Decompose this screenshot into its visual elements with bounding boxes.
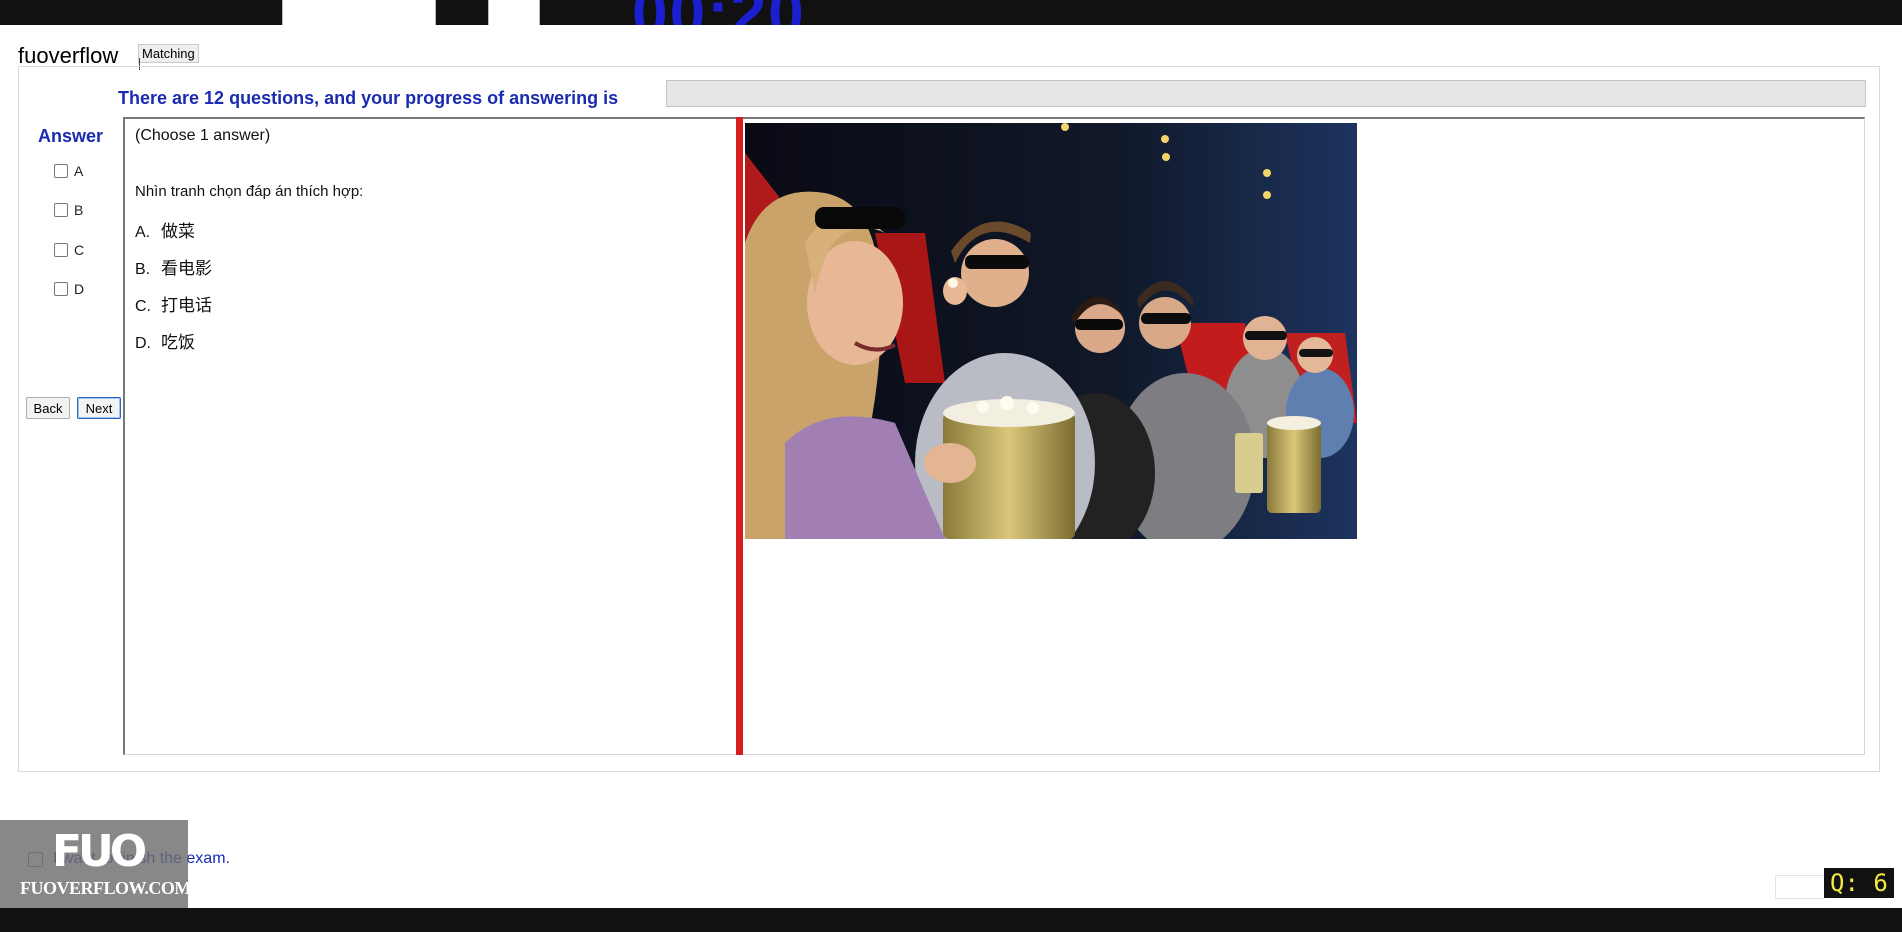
question-option-b: B. 看电影 [135,254,212,279]
checkbox[interactable] [54,164,68,178]
top-small-box[interactable] [488,0,540,25]
question-text: Nhìn tranh chọn đáp án thích hợp: [135,183,364,200]
question-panel: (Choose 1 answer) Nhìn tranh chọn đáp án… [123,117,737,755]
question-option-d: D. 吃饭 [135,328,195,353]
question-instruction: (Choose 1 answer) [135,127,271,144]
checkbox[interactable] [54,243,68,257]
movie-audience-photo [745,123,1357,539]
checkbox[interactable] [54,203,68,217]
option-text: 看电影 [161,259,212,278]
back-button[interactable]: Back [26,397,70,419]
answer-option-c[interactable]: C [54,241,84,259]
answer-option-d[interactable]: D [54,280,84,298]
panel-splitter[interactable] [736,117,743,755]
answer-option-b[interactable]: B [54,201,83,219]
small-input-box[interactable] [1775,875,1825,899]
answer-title: Answer [38,126,104,146]
question-option-a: A. 做菜 [135,217,195,242]
question-option-c: C. 打电话 [135,291,212,316]
option-letter: B. [135,261,151,278]
logo-text: FUOVERFLOW.COM [20,878,191,898]
matching-tab[interactable]: Matching [138,44,199,63]
option-text: 做菜 [161,222,195,241]
answer-option-label: C [74,242,85,258]
answer-option-a[interactable]: A [54,162,83,180]
fuoverflow-logo: FUO FUOVERFLOW.COM [0,820,191,908]
countdown-timer: 00:20 [632,0,806,25]
answer-option-label: B [74,202,84,218]
option-text: 打电话 [161,296,212,315]
option-letter: C. [135,298,151,315]
answer-option-label: D [74,281,85,297]
progress-bar [666,80,1866,107]
top-combo-box[interactable] [282,0,436,25]
checkbox[interactable] [54,282,68,296]
answer-option-label: A [74,163,84,179]
question-counter: Q: 6 [1824,868,1894,898]
option-text: 吃饭 [161,333,195,352]
option-letter: A. [135,224,151,241]
option-letter: D. [135,335,151,352]
progress-label: There are 12 questions, and your progres… [118,88,619,108]
logo-mark: FUO [52,826,147,877]
next-button[interactable]: Next [77,397,121,419]
top-bar: 00:20 [0,0,1902,25]
image-panel [743,117,1865,755]
bottom-bar [0,908,1902,932]
